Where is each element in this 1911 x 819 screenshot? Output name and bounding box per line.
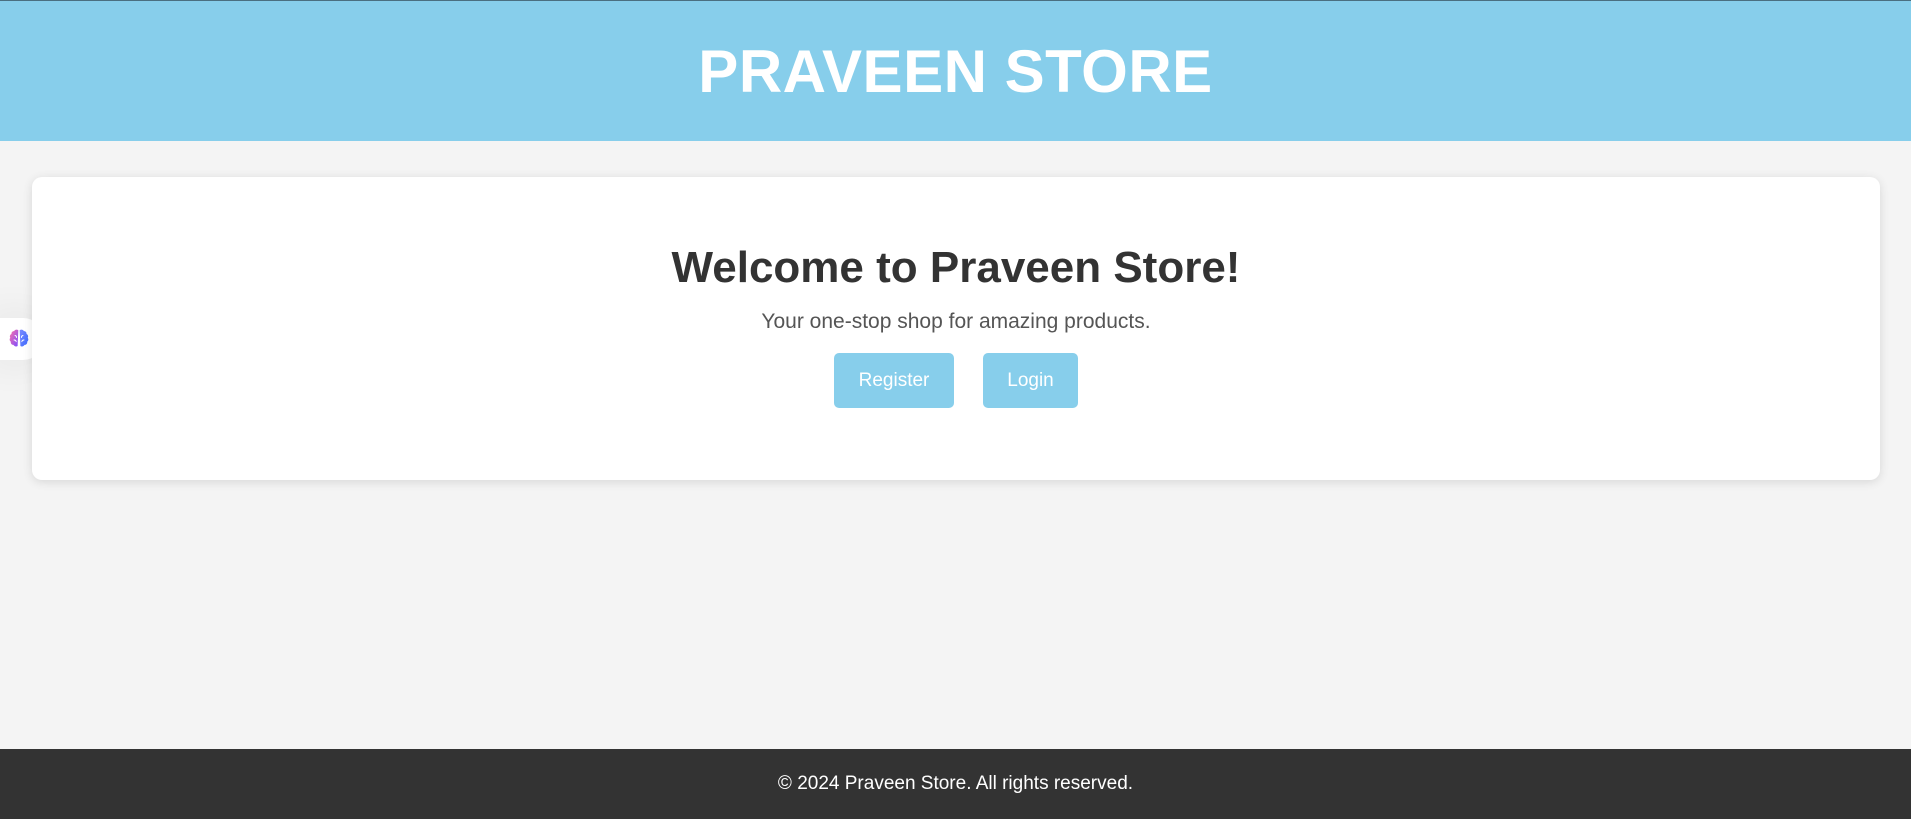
site-header: PRAVEEN STORE	[0, 1, 1911, 141]
site-footer: © 2024 Praveen Store. All rights reserve…	[0, 749, 1911, 819]
site-title: PRAVEEN STORE	[698, 37, 1213, 105]
welcome-heading: Welcome to Praveen Store!	[671, 243, 1241, 292]
welcome-tagline: Your one-stop shop for amazing products.	[761, 310, 1151, 333]
footer-copyright: © 2024 Praveen Store. All rights reserve…	[777, 773, 1134, 794]
login-button[interactable]: Login	[983, 353, 1078, 408]
register-button[interactable]: Register	[834, 353, 954, 408]
welcome-card: Welcome to Praveen Store! Your one-stop …	[32, 177, 1880, 480]
brain-icon	[7, 327, 31, 351]
